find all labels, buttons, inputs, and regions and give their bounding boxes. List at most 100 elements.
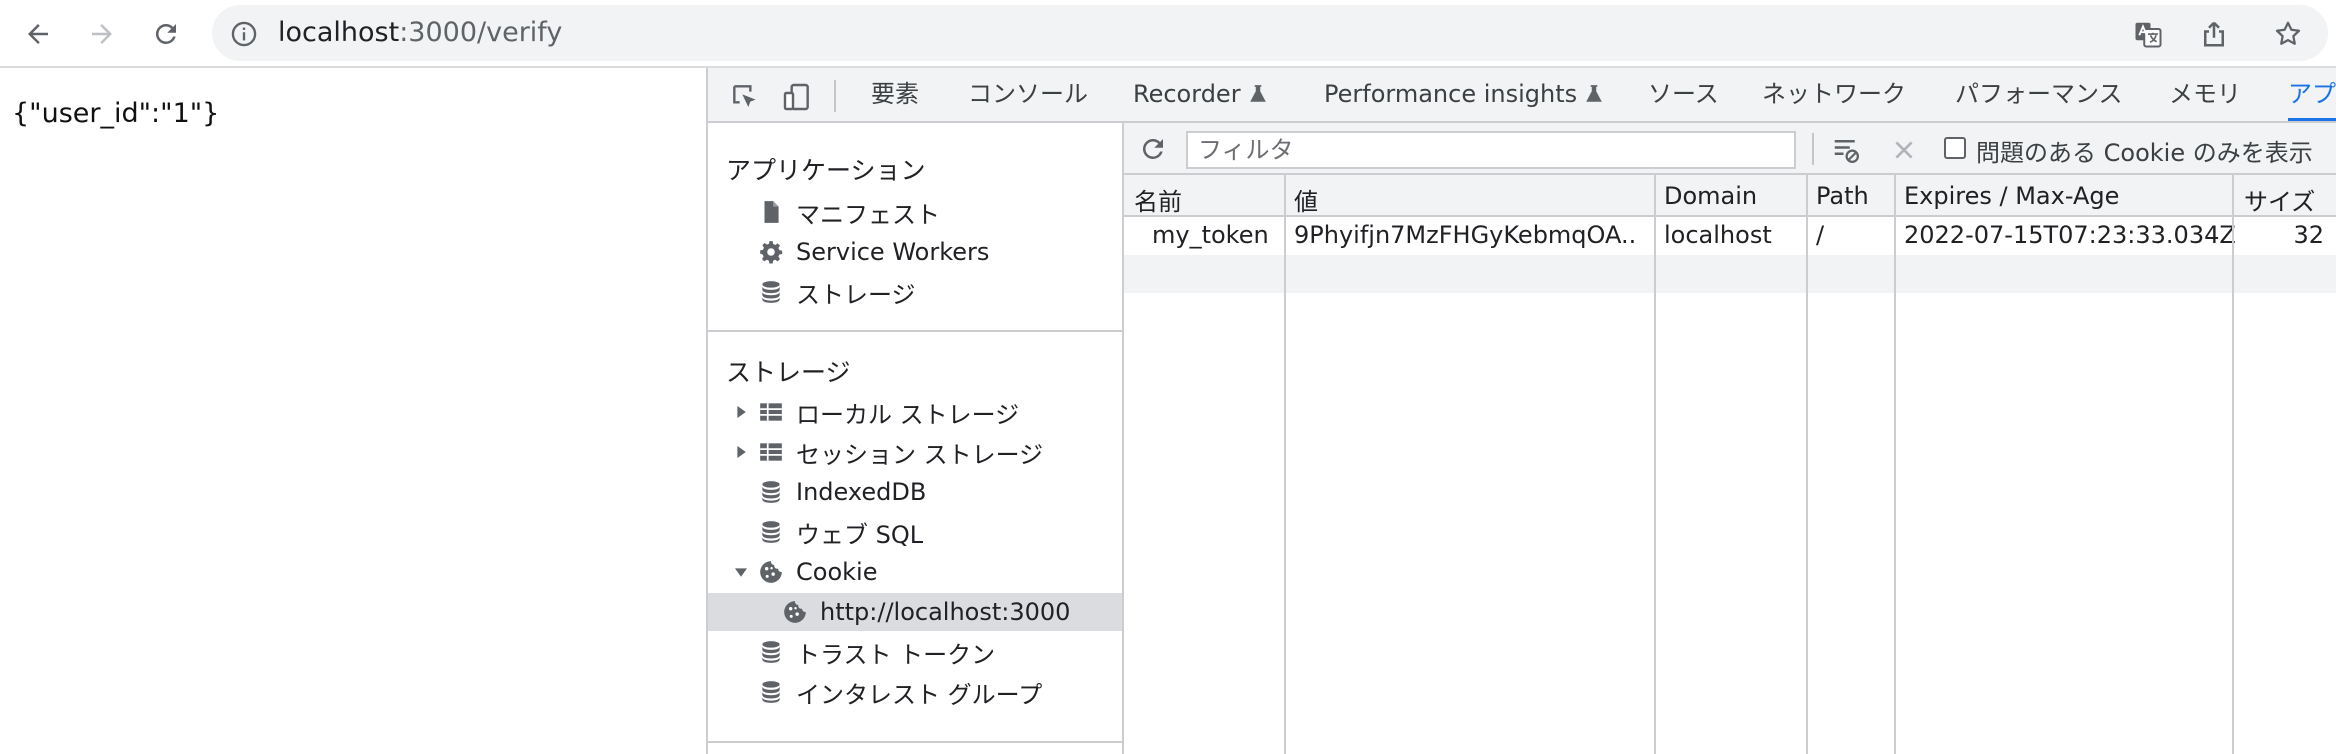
tab-network[interactable]: ネットワーク — [1762, 68, 1906, 121]
column-header-size[interactable]: サイズ — [2244, 182, 2315, 217]
only-issues-checkbox[interactable] — [1944, 137, 1966, 159]
arrow-left-icon — [28, 24, 48, 44]
tab-elements[interactable]: 要素 — [871, 68, 919, 121]
cell-size: 32 — [2293, 221, 2324, 249]
inspect-element-button[interactable] — [728, 80, 762, 114]
application-sidebar: アプリケーション マニフェスト Service Workers ストレージ スト… — [708, 123, 1124, 754]
sidebar-item-local-storage[interactable]: ローカル ストレージ — [708, 393, 1122, 431]
url-host: localhost — [278, 17, 400, 48]
sidebar-item-indexeddb[interactable]: IndexedDB — [708, 473, 1122, 511]
toolbar-separator — [834, 80, 836, 112]
tab-recorder-label: Recorder — [1133, 80, 1241, 108]
column-header-expires[interactable]: Expires / Max-Age — [1904, 182, 2119, 210]
sidebar-item-cookie-localhost[interactable]: http://localhost:3000 — [708, 593, 1122, 631]
column-header-path[interactable]: Path — [1816, 182, 1869, 210]
sidebar-divider — [708, 741, 1122, 743]
tab-performance-insights[interactable]: Performance insights — [1324, 68, 1603, 121]
sidebar-heading-storage: ストレージ — [726, 358, 851, 387]
sidebar-item-storage-overview[interactable]: ストレージ — [708, 273, 1122, 311]
cookie-table: 名前 値 Domain Path Expires / Max-Age サイズ m… — [1124, 175, 2336, 754]
grid-table-icon — [758, 399, 784, 425]
share-button[interactable] — [2198, 18, 2230, 50]
sidebar-divider — [708, 330, 1122, 332]
expand-arrow-icon[interactable] — [732, 403, 750, 421]
grid-table-icon — [758, 439, 784, 465]
sidebar-item-label: Service Workers — [796, 238, 990, 266]
translate-icon — [2135, 22, 2162, 48]
cell-expires: 2022-07-15T07:23:33.034Z — [1904, 221, 2236, 249]
database-icon — [758, 279, 784, 305]
column-divider[interactable] — [2232, 175, 2234, 754]
sidebar-item-service-workers[interactable]: Service Workers — [708, 233, 1122, 271]
sidebar-item-label: ローカル ストレージ — [796, 400, 1020, 429]
sidebar-item-trust-tokens[interactable]: トラスト トークン — [708, 633, 1122, 671]
sidebar-item-web-sql[interactable]: ウェブ SQL — [708, 513, 1122, 551]
address-bar[interactable]: localhost:3000/verify — [212, 5, 2328, 61]
tab-performance-insights-label: Performance insights — [1324, 80, 1578, 108]
delete-selected-button[interactable] — [1888, 134, 1920, 166]
cookie-icon — [782, 599, 808, 625]
sidebar-item-cookie[interactable]: Cookie — [708, 553, 1122, 591]
tab-performance[interactable]: パフォーマンス — [1955, 68, 2123, 121]
expand-arrow-icon[interactable] — [732, 443, 750, 461]
filter-input[interactable] — [1186, 131, 1796, 169]
devtools-tab-bar: 要素 コンソール Recorder Performance insights ソ… — [708, 68, 2336, 123]
sidebar-item-label: IndexedDB — [796, 478, 927, 506]
translate-button[interactable] — [2132, 18, 2164, 50]
sidebar-item-label: インタレスト グループ — [796, 680, 1043, 709]
star-icon — [2275, 21, 2301, 45]
cookie-toolbar: 問題のある Cookie のみを表示 — [1124, 123, 2336, 175]
sidebar-item-session-storage[interactable]: セッション ストレージ — [708, 433, 1122, 471]
share-icon — [2204, 21, 2224, 47]
info-icon[interactable] — [230, 20, 258, 48]
only-issues-label[interactable]: 問題のある Cookie のみを表示 — [1976, 133, 2313, 168]
table-row[interactable]: my_token 9Phyifjn7MzFHGyKebmqOA.. localh… — [1124, 217, 2336, 255]
sidebar-item-label: ウェブ SQL — [796, 520, 924, 549]
back-button[interactable] — [14, 10, 62, 58]
column-divider[interactable] — [1894, 175, 1896, 754]
device-toolbar-button[interactable] — [780, 80, 814, 114]
refresh-icon[interactable] — [1138, 134, 1168, 164]
collapse-arrow-icon[interactable] — [732, 563, 750, 581]
flask-icon — [1249, 85, 1266, 102]
reload-button[interactable] — [142, 10, 190, 58]
column-divider[interactable] — [1806, 175, 1808, 754]
column-header-value[interactable]: 値 — [1294, 182, 1318, 217]
sidebar-item-manifest[interactable]: マニフェスト — [708, 193, 1122, 231]
clear-filtered-cookies-button[interactable] — [1830, 134, 1862, 166]
arrow-right-icon — [92, 24, 112, 44]
sidebar-item-interest-groups[interactable]: インタレスト グループ — [708, 673, 1122, 711]
table-row-empty — [1124, 255, 2336, 293]
cookie-icon — [758, 559, 784, 585]
bookmark-button[interactable] — [2272, 18, 2304, 50]
inspect-cursor-icon — [733, 85, 756, 107]
database-icon — [758, 639, 784, 665]
url-path: :3000/verify — [399, 17, 563, 48]
tab-application[interactable]: アプ — [2288, 68, 2336, 121]
column-header-domain[interactable]: Domain — [1664, 182, 1757, 210]
tab-console[interactable]: コンソール — [968, 68, 1088, 121]
document-icon — [758, 199, 784, 225]
devtools-panel: 要素 コンソール Recorder Performance insights ソ… — [706, 68, 2336, 754]
toolbar-separator — [1812, 133, 1814, 165]
column-divider[interactable] — [1284, 175, 1286, 754]
filter-clear-icon — [1834, 140, 1859, 163]
database-icon — [758, 519, 784, 545]
column-divider[interactable] — [1654, 175, 1656, 754]
database-icon — [758, 679, 784, 705]
sidebar-item-label: トラスト トークン — [796, 640, 996, 669]
tab-sources[interactable]: ソース — [1648, 68, 1719, 121]
sidebar-item-label: セッション ストレージ — [796, 440, 1044, 469]
sidebar-item-label: ストレージ — [796, 280, 916, 309]
column-header-name[interactable]: 名前 — [1134, 182, 1182, 217]
sidebar-item-label: マニフェスト — [796, 200, 940, 229]
device-icon — [783, 83, 809, 111]
tab-recorder[interactable]: Recorder — [1133, 68, 1267, 121]
forward-button[interactable] — [78, 10, 126, 58]
gear-icon — [758, 239, 784, 265]
cell-domain: localhost — [1664, 221, 1772, 249]
tab-memory[interactable]: メモリ — [2169, 68, 2241, 121]
url-text[interactable]: localhost:3000/verify — [278, 18, 562, 48]
flask-icon — [1586, 85, 1602, 102]
database-icon — [758, 479, 784, 505]
